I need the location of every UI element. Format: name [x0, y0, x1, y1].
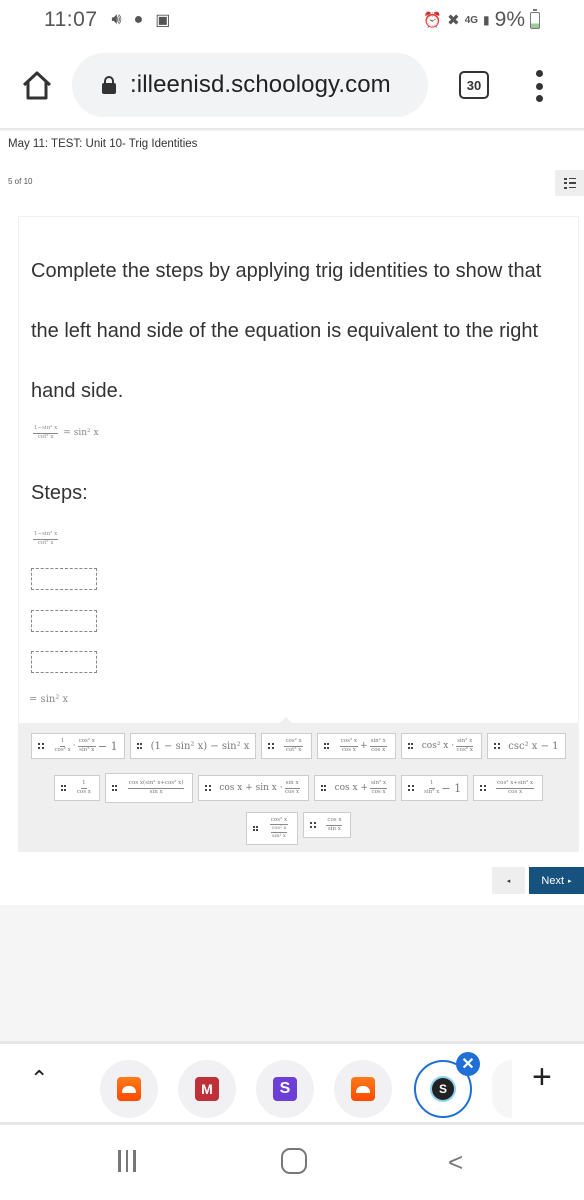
tab-partial[interactable]: [492, 1060, 512, 1118]
drag-handle-icon: [111, 785, 118, 791]
mute-icon: ✖: [447, 12, 460, 29]
drag-handle-icon: [323, 743, 330, 749]
drag-handle-icon: [136, 743, 143, 749]
answer-tile[interactable]: cos² x+sin² x cos x: [473, 775, 544, 801]
gallery-icon: ▣: [155, 12, 171, 29]
status-bar: 11:07 🔊︎ ● ▣ ⏰ ✖ 4G ▮ 9%: [0, 0, 584, 40]
previous-button[interactable]: ◂: [492, 867, 525, 894]
drag-handle-icon: [408, 785, 414, 791]
step-start-expression: 1−sin² x cot² x: [33, 531, 59, 546]
recent-apps-icon[interactable]: [118, 1150, 136, 1172]
status-time: 11:07: [44, 8, 98, 31]
soundcloud-icon: [117, 1077, 141, 1101]
answer-tile[interactable]: 1 sin² x − 1: [401, 775, 469, 801]
list-icon: [564, 178, 576, 189]
answer-tile[interactable]: 1 cos x: [53, 775, 100, 801]
url-text[interactable]: :illeenisd.schoology.com: [130, 71, 391, 99]
home-icon[interactable]: [20, 68, 54, 102]
answer-tile[interactable]: cos² x cos x + sin² x cos x: [316, 733, 396, 759]
more-menu-icon[interactable]: [532, 70, 546, 102]
mathway-icon: M: [195, 1077, 219, 1101]
tab-strip: ⌃ M S S ✕ +: [0, 1044, 584, 1122]
answer-tile[interactable]: cos x + sin² x cos x: [313, 775, 397, 801]
drag-handle-icon: [60, 785, 67, 791]
answer-tile[interactable]: cos x sin x: [303, 812, 352, 838]
drag-handle-icon: [310, 822, 316, 828]
home-nav-icon[interactable]: [281, 1148, 307, 1174]
drag-handle-icon: [252, 825, 259, 832]
divider: [0, 128, 584, 131]
drag-handle-icon: [38, 743, 44, 749]
expand-tabs-icon[interactable]: ⌃: [30, 1066, 48, 1092]
volume-icon: 🔊︎: [111, 11, 122, 28]
tab-schoology-active[interactable]: S ✕: [414, 1052, 480, 1118]
drag-handle-icon: [205, 785, 211, 791]
given-equation: 1−sin² x cot² x = sin² x: [33, 425, 99, 440]
drag-handle-icon: [480, 785, 486, 791]
schoology-icon: S: [432, 1078, 454, 1100]
next-arrow-icon: ▸: [568, 877, 572, 885]
tab-mathway[interactable]: M: [178, 1060, 236, 1118]
battery-percent: 9%: [494, 8, 525, 31]
answer-tile[interactable]: cos² x · sin² x cos² x: [400, 733, 483, 759]
answer-tile[interactable]: (1 − sin² x) − sin² x: [129, 733, 257, 759]
question-card: Complete the steps by applying trig iden…: [18, 216, 579, 852]
page-title: May 11: TEST: Unit 10- Trig Identities: [8, 138, 198, 150]
step-drop-zone-2[interactable]: [31, 610, 97, 632]
answer-tile-bank: 1 cos² x · cos² x sin² x − 1 (1 − sin² x) −…: [19, 717, 578, 851]
answer-tile[interactable]: cos² x cos² x sin² x: [245, 812, 299, 845]
signal-icon: ▮: [483, 13, 490, 27]
soundcloud-icon: [351, 1077, 375, 1101]
close-tab-icon[interactable]: ✕: [456, 1052, 480, 1076]
answer-tile[interactable]: cos x(sin² x+cos² x) sin x: [104, 773, 194, 803]
drag-handle-icon: [320, 785, 327, 791]
question-list-button[interactable]: [555, 170, 584, 196]
lock-icon: [102, 76, 116, 94]
browser-toolbar: :illeenisd.schoology.com 30: [0, 50, 584, 120]
tab-switcher-button[interactable]: 30: [459, 71, 489, 99]
tab-s-app[interactable]: S: [256, 1060, 314, 1118]
back-icon[interactable]: <: [448, 1147, 463, 1178]
answer-tile[interactable]: 1 cos² x · cos² x sin² x − 1: [31, 733, 125, 759]
new-tab-button[interactable]: +: [532, 1060, 552, 1094]
s-app-icon: S: [273, 1077, 297, 1101]
page-background: [0, 905, 584, 1041]
steps-label: Steps:: [31, 482, 88, 504]
tab-soundcloud-2[interactable]: [334, 1060, 392, 1118]
step-end-expression: = sin² x: [29, 694, 69, 705]
question-position: 5 of 10: [8, 177, 33, 186]
drag-handle-icon: [407, 743, 414, 749]
step-drop-zone-3[interactable]: [31, 651, 97, 673]
alarm-icon: ⏰: [423, 12, 443, 29]
system-navigation-bar: <: [0, 1125, 584, 1200]
answer-tile[interactable]: cos² x cot² x: [261, 733, 312, 759]
drag-handle-icon: [494, 743, 500, 749]
tab-soundcloud-1[interactable]: [100, 1060, 158, 1118]
answer-tile[interactable]: csc² x − 1: [487, 733, 566, 759]
address-bar[interactable]: :illeenisd.schoology.com: [72, 53, 428, 117]
battery-icon: [530, 8, 540, 29]
question-prompt: Complete the steps by applying trig iden…: [31, 260, 542, 402]
answer-tile[interactable]: cos x + sin x · sin x cos x: [198, 775, 309, 801]
next-label: Next: [541, 874, 565, 887]
drag-handle-icon: [268, 743, 274, 749]
snapchat-icon: ●: [133, 11, 144, 28]
step-drop-zone-1[interactable]: [31, 568, 97, 590]
network-type: 4G: [464, 14, 479, 26]
next-button[interactable]: Next ▸: [529, 867, 584, 894]
